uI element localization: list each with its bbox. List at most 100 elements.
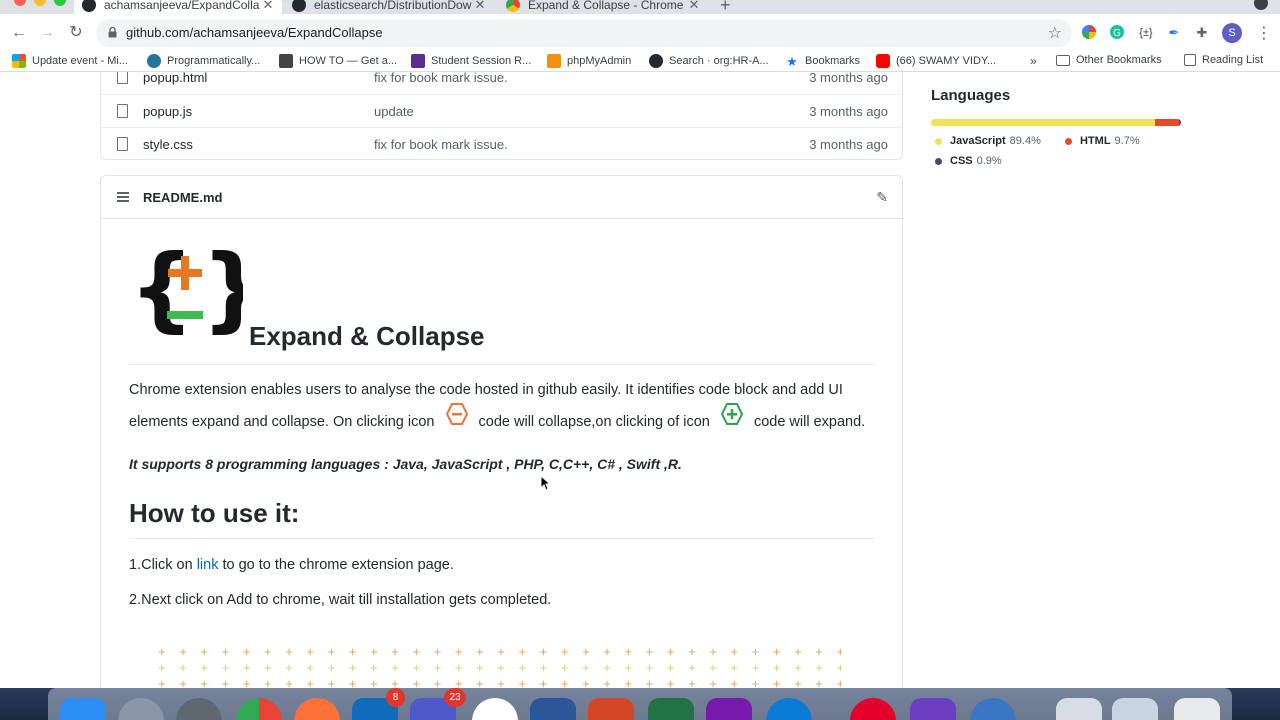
reading-list-icon [1184,54,1196,66]
tab-expandcollapse-repo[interactable]: achamsanjeeva/ExpandCollapse ✕ [74,0,282,14]
onenote-icon[interactable] [706,698,752,720]
tab-title: Expand & Collapse - Chrome W [528,0,686,12]
forward-arrow-icon[interactable]: → [37,23,57,43]
back-arrow-icon[interactable]: ← [9,23,29,43]
bookmark-star-icon[interactable]: ☆ [1048,23,1062,43]
pen-extension-icon[interactable]: ✒ [1165,24,1183,42]
extension-page-link[interactable]: link [197,557,219,573]
file-icon [117,104,128,118]
url-text: github.com/achamsanjeeva/ExpandCollapse [126,25,383,40]
file-list: popup.html fix for book mark issue. 3 mo… [100,72,903,160]
other-bookmarks-folder[interactable]: Other Bookmarks [1056,54,1162,66]
zoom-window-button[interactable] [54,0,66,6]
profile-avatar[interactable]: S [1222,23,1242,43]
languages-heading: Languages [931,87,1011,104]
bookmark-item[interactable]: (66) SWAMY VIDY... [876,54,996,68]
how-to-heading: How to use it: [129,498,300,528]
language-name: JavaScript [950,135,1006,147]
bookmark-item[interactable]: phpMyAdmin [547,54,631,68]
puzzle-extensions-icon[interactable]: ✚ [1193,24,1211,42]
bookmark-label: Search · org:HR-A... [669,55,769,67]
bookmark-label: Other Bookmarks [1076,54,1162,66]
bookmark-item[interactable]: Update event - Mi... [12,54,128,68]
heading-divider [129,364,875,365]
svg-text:G: G [1113,28,1121,39]
language-html[interactable]: HTML 9.7% [1065,135,1140,147]
bookmark-item[interactable]: Search · org:HR-A... [649,54,769,68]
preview-icon[interactable] [1056,698,1102,720]
bookmark-label: HOW TO — Get a... [299,55,398,67]
step-2: 2.Next click on Add to chrome, wait till… [129,592,552,608]
reload-icon[interactable]: ↻ [66,23,86,43]
description-line-2: elements expand and collapse. On clickin… [129,403,889,434]
minimize-window-button[interactable] [34,0,46,6]
bookmarks-overflow-button[interactable]: » [1030,54,1037,68]
commit-message-link[interactable]: update [374,104,414,119]
language-css[interactable]: CSS 0.9% [935,155,1002,167]
description-text: code will collapse,on clicking of icon [478,413,710,430]
macos-dock: 8 23 [0,688,1280,720]
file-row[interactable]: style.css fix for book mark issue. 3 mon… [101,127,902,160]
language-bar-segment [931,119,1155,126]
bookmark-label: phpMyAdmin [567,55,632,67]
browser-toolbar: ← → ↻ github.com/achamsanjeeva/ExpandCol… [0,14,1280,52]
excel-icon[interactable] [648,698,694,720]
github-page: popup.html fix for book mark issue. 3 mo… [0,72,1280,688]
file-row[interactable]: popup.js update 3 months ago [101,94,902,127]
bookmark-item[interactable]: Programmatically... [147,54,260,68]
close-tab-icon[interactable]: ✕ [260,0,276,13]
grammarly-icon[interactable]: G [1108,24,1126,42]
close-tab-icon[interactable]: ✕ [472,0,488,13]
powerpoint-icon[interactable] [588,698,634,720]
downloads-folder-icon[interactable] [1112,698,1158,720]
bookmark-item[interactable]: ★ Bookmarks [785,54,861,69]
languages-bar [931,119,1181,126]
menu-kebab-icon[interactable]: ⋮ [1256,23,1272,43]
youtube-icon [876,54,890,68]
tab-title: elasticsearch/DistributionDown [314,0,472,12]
close-tab-icon[interactable]: ✕ [686,0,702,13]
collapse-minus-icon [445,403,468,425]
phpmyadmin-icon [547,54,561,68]
expand-plus-icon [720,403,744,425]
language-javascript[interactable]: JavaScript 89.4% [935,135,1041,147]
bookmark-label: Bookmarks [805,55,861,67]
outline-list-icon[interactable] [117,192,129,202]
tab-search-icon[interactable] [1254,0,1268,10]
github-icon [292,0,306,12]
edit-pencil-icon[interactable]: ✎ [876,189,888,206]
description-text: code will expand. [753,413,866,430]
braces-extension-icon[interactable]: {±} [1137,24,1155,42]
language-name: HTML [1080,135,1111,147]
word-icon[interactable] [530,698,576,720]
github-icon [649,54,663,68]
new-tab-icon[interactable]: + [720,0,731,14]
commit-message-link[interactable]: fix for book mark issue. [374,72,508,85]
tab-chrome-webstore[interactable]: Expand & Collapse - Chrome W ✕ [498,0,708,14]
language-dot [935,137,942,145]
commit-message-link[interactable]: fix for book mark issue. [374,137,508,152]
file-name-link[interactable]: style.css [143,137,193,152]
finder-icon[interactable] [60,698,106,720]
reading-list-button[interactable]: Reading List [1184,54,1263,66]
bookmark-item[interactable]: HOW TO — Get a... [279,54,397,68]
address-bar[interactable]: github.com/achamsanjeeva/ExpandCollapse … [96,19,1072,47]
expand-collapse-logo: { } [129,242,243,338]
file-name-link[interactable]: popup.js [143,104,192,119]
tab-elasticsearch[interactable]: elasticsearch/DistributionDown ✕ [284,0,494,14]
heading-divider [129,538,875,539]
imovie-star-icon[interactable] [910,698,956,720]
supported-languages-text: It supports 8 programming languages : Ja… [129,456,682,472]
file-row[interactable]: popup.html fix for book mark issue. 3 mo… [101,72,902,94]
color-extension-icon[interactable] [1080,24,1098,42]
trash-icon[interactable] [1174,698,1220,720]
microsoft-icon [12,54,26,68]
close-window-button[interactable] [14,0,26,6]
step-text: to go to the chrome extension page. [222,557,454,573]
bookmark-item[interactable]: Student Session R... [411,54,531,68]
teams-badge: 23 [444,688,466,707]
outlook-badge: 8 [386,688,405,707]
bookmarks-bar: Update event - Mi... Programmatically...… [0,52,1280,72]
file-name-link[interactable]: popup.html [143,72,207,85]
github-icon [82,0,96,12]
